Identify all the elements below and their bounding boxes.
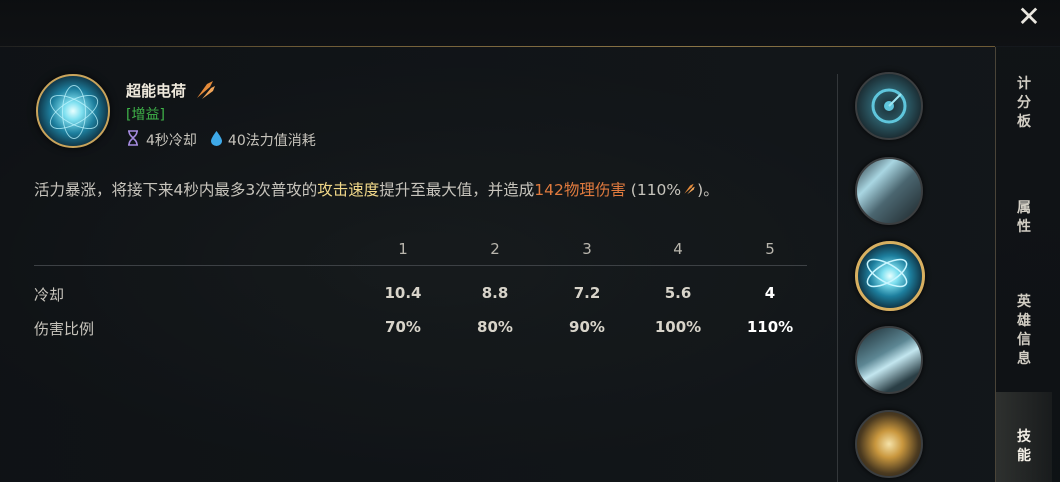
level-header: 5 [765, 240, 775, 258]
tab-label: 计分板 [1017, 76, 1031, 130]
row-label-cooldown: 冷却 [34, 286, 65, 304]
level-header: 2 [490, 240, 500, 258]
mana-drop-icon [197, 130, 228, 150]
buff-tag: [增益] [126, 107, 165, 123]
energy-orb-icon [36, 74, 110, 148]
table-cell-current: 110% [746, 318, 794, 336]
level-header: 3 [582, 240, 592, 258]
skill-meta: 4秒冷却 40法力值消耗 [126, 130, 316, 150]
attack-damage-icon [684, 183, 695, 195]
passive-icon[interactable] [855, 72, 923, 140]
table-cell: 70% [385, 318, 421, 336]
dash-icon[interactable] [855, 326, 923, 394]
close-button[interactable]: ✕ [1016, 3, 1042, 31]
table-cell-current: 4 [764, 284, 776, 302]
level-header: 1 [398, 240, 408, 258]
tab-label: 技能 [1017, 429, 1031, 464]
desc-ratio: (110% [625, 181, 682, 199]
table-cell: 80% [477, 318, 513, 336]
skill-selector [853, 0, 925, 482]
desc-text: 提升至最大值，并造成 [379, 181, 535, 199]
tab-attributes[interactable]: 属性 [996, 199, 1052, 239]
physical-damage-keyword: 142物理伤害 [534, 181, 626, 199]
skill-description: 活力暴涨，将接下来4秒内最多3次普攻的攻击速度提升至最大值，并造成142物理伤害… [34, 178, 719, 200]
spear-icon[interactable] [855, 157, 923, 225]
tab-skills[interactable]: 技能 [996, 392, 1052, 482]
tab-label: 属性 [1017, 200, 1031, 235]
row-label-damage-ratio: 伤害比例 [34, 320, 95, 338]
attack-damage-icon [197, 81, 215, 99]
column-divider [837, 74, 838, 482]
table-divider [34, 265, 807, 266]
tab-label: 英雄信息 [1017, 294, 1031, 367]
hourglass-icon [126, 130, 146, 150]
desc-text: )。 [697, 181, 719, 199]
attack-speed-keyword: 攻击速度 [317, 181, 380, 199]
skill-name: 超能电荷 [126, 82, 187, 100]
tab-scoreboard[interactable]: 计分板 [996, 75, 1052, 135]
table-cell: 10.4 [384, 284, 422, 302]
level-header: 4 [673, 240, 683, 258]
sidebar: 计分板 属性 英雄信息 技能 [995, 47, 1060, 482]
table-cell: 100% [654, 318, 702, 336]
cooldown-text: 4秒冷却 [146, 133, 197, 149]
table-cell: 7.2 [573, 284, 601, 302]
table-cell: 5.6 [664, 284, 692, 302]
energy-orb-icon[interactable] [855, 241, 925, 311]
ultimate-icon[interactable] [855, 410, 923, 478]
tab-hero-info[interactable]: 英雄信息 [996, 293, 1052, 373]
mana-cost-text: 40法力值消耗 [227, 133, 316, 149]
desc-text: 活力暴涨，将接下来4秒内最多3次普攻的 [34, 181, 318, 199]
table-cell: 90% [569, 318, 605, 336]
table-cell: 8.8 [481, 284, 509, 302]
